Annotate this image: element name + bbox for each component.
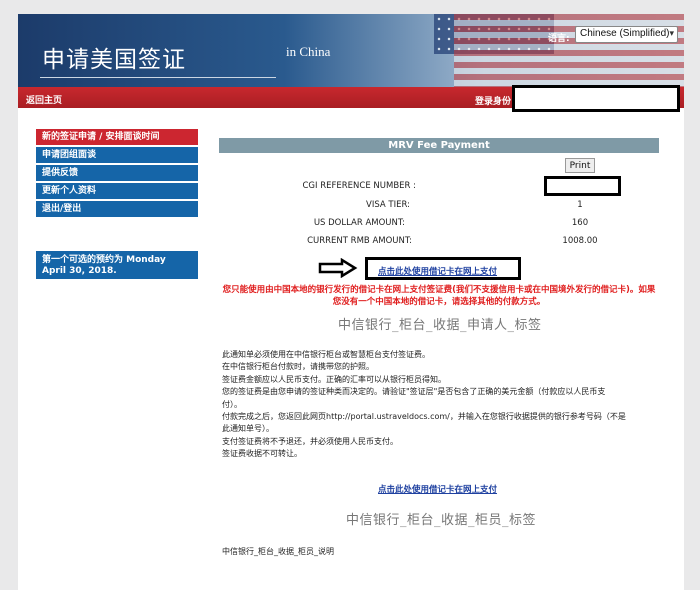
instruction-line: 此通知单必须使用在中信银行柜台或智慧柜台支付签证费。 [222,350,430,359]
instruction-line: 在中信银行柜台付款时，请携带您的护照。 [222,362,374,372]
instruction-line: 付）。 [222,399,242,409]
instruction-line: 签证费金额应以人民币支付。正确的汇率可以从银行柜员得知。 [222,374,446,384]
site-header: 申请美国签证 in China 语言: Chinese (Simplified)… [18,14,684,87]
instruction-line: 签证费收据不可转让。 [222,449,302,459]
teller-receipt-note: 中信银行_柜台_收据_柜员_说明 [222,547,334,556]
instruction-line: 此通知单号）。 [222,424,274,434]
arrow-right-icon [318,258,358,278]
pay-online-link[interactable]: 点击此处使用借记卡在网上支付 [378,265,497,277]
language-select-value: Chinese (Simplified) [580,28,670,39]
cgi-reference-label: CGI REFERENCE NUMBER : [302,181,417,191]
sidebar-item-new-application[interactable]: 新的签证申请 / 安排面谈时间 [36,129,198,145]
site-title: 申请美国签证 [42,47,186,73]
teller-receipt-title: 中信银行_柜台_收据_柜员_标签 [346,513,537,528]
redacted-reference-number [544,176,621,196]
rmb-amount-label: CURRENT RMB AMOUNT: [307,236,412,246]
panel-title: MRV Fee Payment [219,138,659,153]
login-identity-label: 登录身份 [475,97,512,107]
visa-tier-label: VISA TIER: [366,200,410,210]
language-label: 语言: [548,34,570,44]
usd-amount-value: 160 [571,218,589,228]
sidebar-item-group-interview[interactable]: 申请团组面谈 [36,147,198,163]
redacted-username-box [512,85,680,112]
sidebar-nav: 新的签证申请 / 安排面谈时间 申请团组面谈 提供反馈 更新个人资料 退出/登出 [36,129,198,219]
applicant-receipt-title: 中信银行_柜台_收据_申请人_标签 [338,318,542,333]
flag-stripes-decoration [454,14,684,87]
usd-amount-label: US DOLLAR AMOUNT: [313,218,405,228]
chevron-down-icon: ▾ [669,28,674,38]
sidebar-item-update-profile[interactable]: 更新个人资料 [36,183,198,199]
site-subtitle: in China [286,44,331,59]
first-available-appointment-notice: 第一个可选的预约为 Monday April 30, 2018. [36,251,198,279]
instruction-line: 您的签证费是由您申请的签证种类而决定的。请验证"签证层"是否包含了正确的美元金额… [222,387,606,397]
instruction-line: 支付签证费将不予退还，并必须使用人民币支付。 [222,436,398,446]
instruction-line: 付款完成之后，您返回此网页http://portal.ustraveldocs.… [222,412,626,422]
pay-online-link-2[interactable]: 点击此处使用借记卡在网上支付 [378,483,497,495]
title-underline [40,77,276,78]
print-button[interactable]: Print [565,158,595,173]
language-select[interactable]: Chinese (Simplified) ▾ [575,26,678,43]
rmb-amount-value: 1008.00 [562,236,598,246]
sidebar-item-feedback[interactable]: 提供反馈 [36,165,198,181]
home-link[interactable]: 返回主页 [26,93,62,106]
sidebar-item-logout[interactable]: 退出/登出 [36,201,198,217]
debit-card-warning: 您只能使用由中国本地的银行发行的借记卡在网上支付签证费(我们不支援信用卡或在中国… [222,285,656,307]
visa-tier-value: 1 [577,200,583,210]
payment-instructions: 此通知单必须使用在中信银行柜台或智慧柜台支付签证费。 在中信银行柜台付款时，请携… [222,349,652,461]
